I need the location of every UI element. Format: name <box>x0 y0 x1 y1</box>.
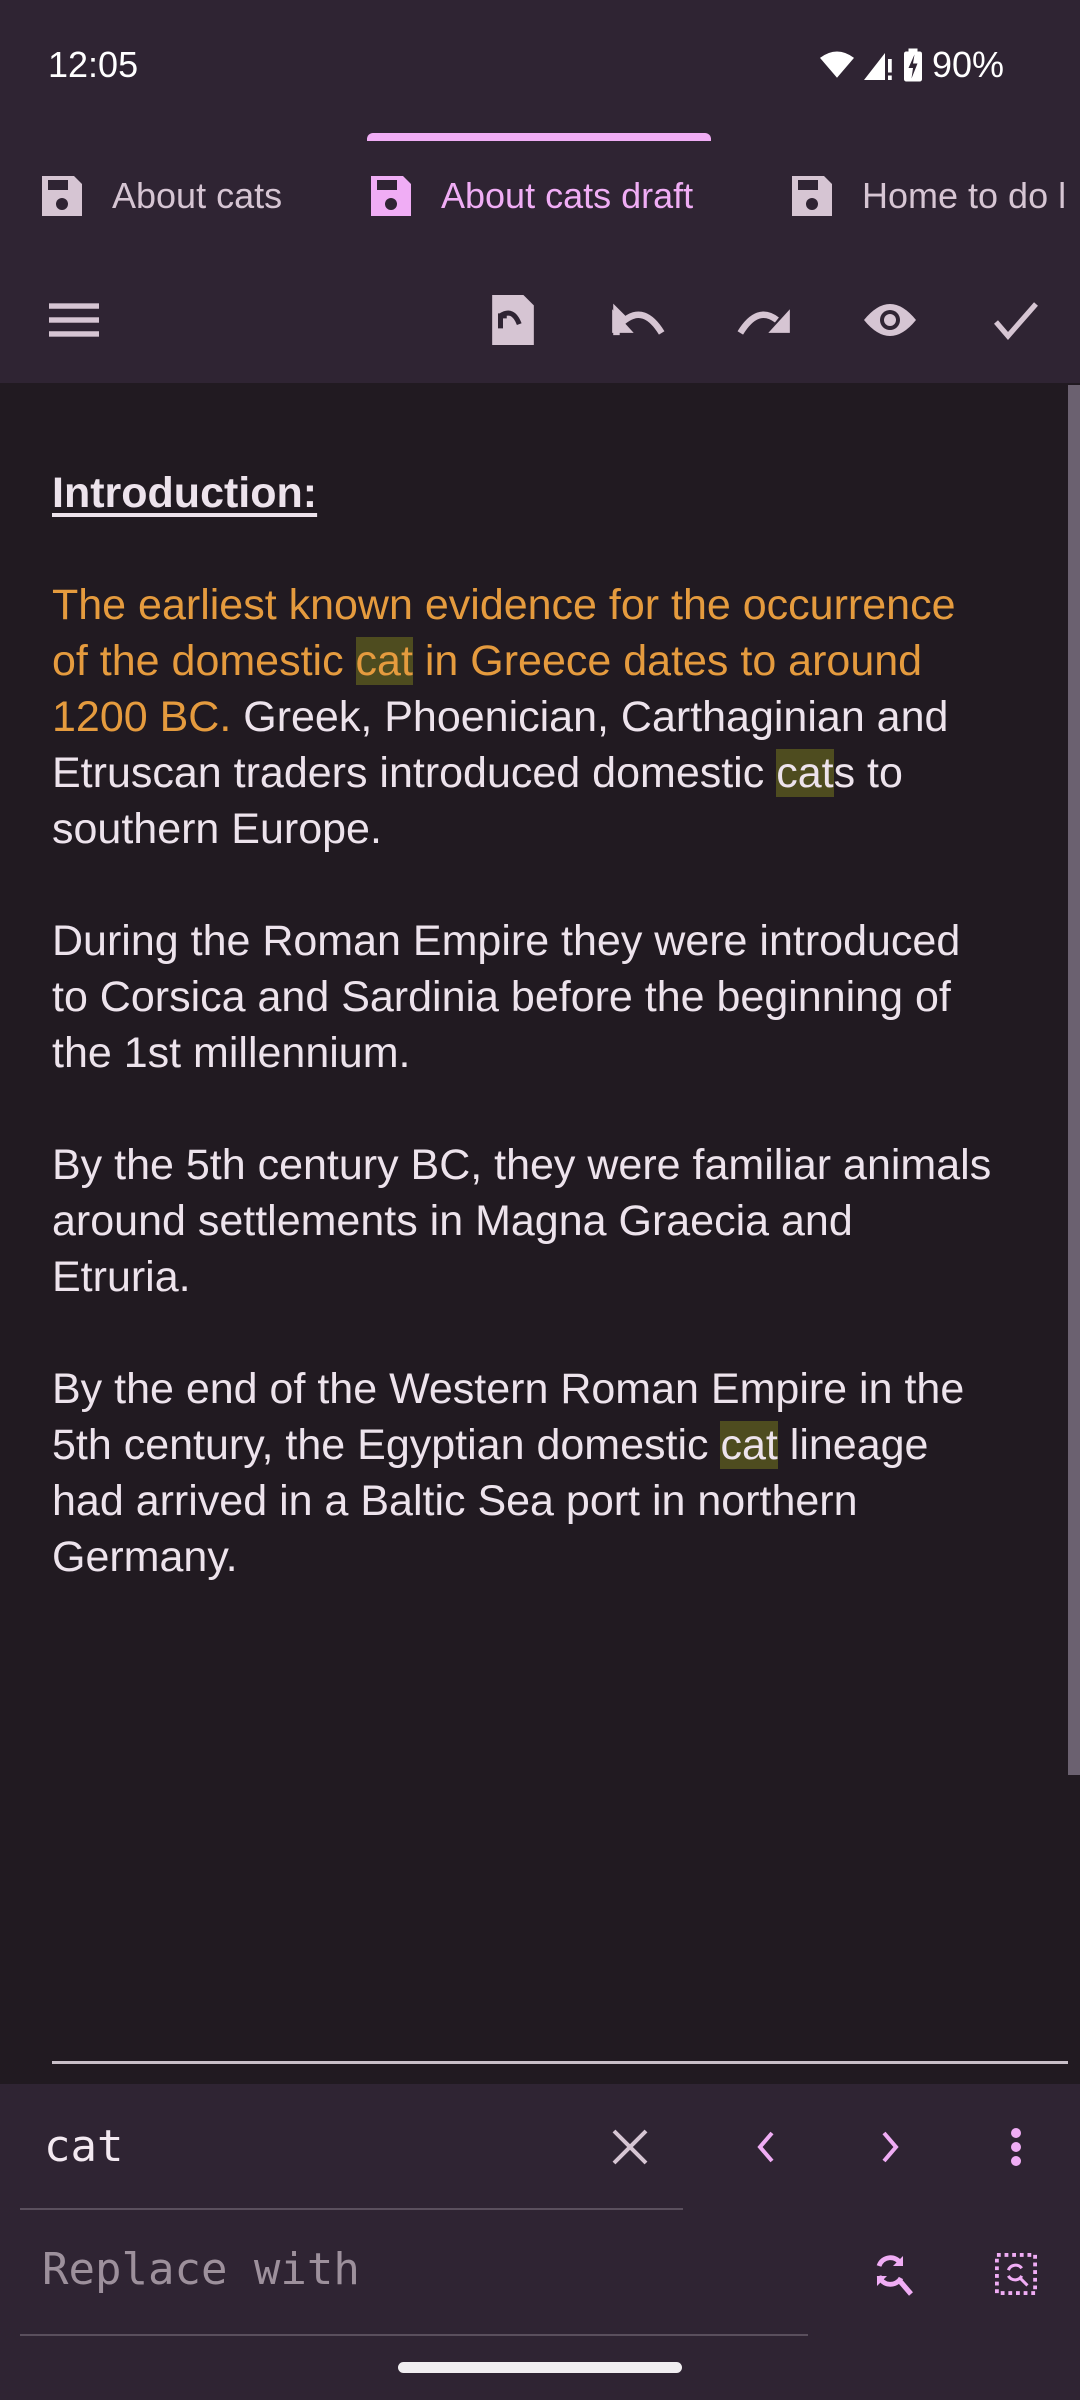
gesture-nav-handle[interactable] <box>398 2362 682 2373</box>
battery-charging-icon <box>903 48 922 82</box>
scrollbar[interactable] <box>1068 385 1080 1775</box>
text-line: to Corsica and Sardinia before the begin… <box>52 969 1068 1025</box>
app-header: 12:05 90% About cats About cats draft Ho… <box>0 0 1080 383</box>
tab-bar: About cats About cats draft Home to do l <box>0 110 1080 270</box>
text-line: During the Roman Empire they were introd… <box>52 913 1068 969</box>
signal-icon <box>863 53 892 80</box>
preview-button[interactable] <box>850 280 930 360</box>
tab-about-cats[interactable]: About cats <box>38 168 282 224</box>
text-line: 5th century, the Egyptian domestic cat l… <box>52 1417 1068 1473</box>
redo-icon <box>737 309 790 335</box>
active-tab-indicator <box>367 133 711 141</box>
undo-button[interactable] <box>598 280 678 360</box>
tab-label: About cats draft <box>441 175 694 216</box>
floppy-disk-icon <box>371 176 411 216</box>
text-line: By the 5th century BC, they were familia… <box>52 1137 1068 1193</box>
text-segment: of the domestic <box>52 637 356 685</box>
search-match-highlight: cat <box>355 637 413 685</box>
search-input[interactable] <box>42 2120 566 2173</box>
search-match-highlight: cat <box>776 749 834 797</box>
toolbar <box>0 280 1080 360</box>
redo-button[interactable] <box>724 280 804 360</box>
clear-search-button[interactable] <box>590 2107 670 2187</box>
text-segment: The earliest known evidence for the occu… <box>52 581 956 629</box>
tab-label: Home to do l <box>862 175 1067 216</box>
text-segment: Greek, Phoenician, Carthaginian and <box>231 693 949 741</box>
done-button[interactable] <box>976 280 1056 360</box>
text-segment: 5th century, the Egyptian domestic <box>52 1421 721 1469</box>
text-segment: Germany. <box>52 1533 238 1581</box>
text-segment: in Greece dates to around <box>412 637 923 685</box>
text-segment: had arrived in a Baltic Sea port in nort… <box>52 1477 858 1525</box>
undo-icon <box>612 303 665 336</box>
text-segment: Etruria. <box>52 1253 191 1301</box>
revert-file-icon <box>492 295 534 345</box>
more-options-button[interactable] <box>976 2107 1056 2187</box>
find-replace-bar: Replace with <box>0 2084 1080 2400</box>
text-line: Etruscan traders introduced domestic cat… <box>52 745 1068 801</box>
text-segment: Etruscan traders introduced domestic <box>52 749 777 797</box>
text-line: By the end of the Western Roman Empire i… <box>52 1361 1068 1417</box>
text-line: had arrived in a Baltic Sea port in nort… <box>52 1473 1068 1529</box>
text-line: around settlements in Magna Graecia and <box>52 1193 1068 1249</box>
text-line: of the domestic cat in Greece dates to a… <box>52 633 1068 689</box>
text-segment: southern Europe. <box>52 805 382 853</box>
previous-match-button[interactable] <box>726 2107 806 2187</box>
next-match-button[interactable] <box>850 2107 930 2187</box>
wifi-icon <box>819 51 854 78</box>
check-icon <box>994 302 1038 340</box>
text-segment: around settlements in Magna Graecia and <box>52 1197 853 1245</box>
search-underline <box>20 2208 683 2210</box>
editor-bottom-divider <box>52 2061 1068 2064</box>
text-segment: lineage <box>777 1421 929 1469</box>
text-line: Germany. <box>52 1529 1068 1585</box>
text-line: southern Europe. <box>52 801 1068 857</box>
tab-home-to-do[interactable]: Home to do l <box>788 168 1066 224</box>
replace-underline <box>20 2334 808 2336</box>
menu-button[interactable] <box>34 280 114 360</box>
replace-button[interactable] <box>853 2234 933 2314</box>
more-options-icon <box>1011 2128 1021 2166</box>
clear-icon <box>612 2129 648 2165</box>
section-heading: Introduction: <box>52 469 318 517</box>
replace-all-icon <box>995 2253 1037 2295</box>
text-line: the 1st millennium. <box>52 1025 1068 1081</box>
replace-icon <box>876 2255 913 2296</box>
previous-match-icon <box>757 2131 774 2163</box>
revert-file-button[interactable] <box>473 280 553 360</box>
replace-input[interactable]: Replace with <box>42 2244 360 2295</box>
text-segment: By the 5th century BC, they were familia… <box>52 1141 992 1189</box>
menu-icon <box>49 303 99 337</box>
text-segment: the 1st millennium. <box>52 1029 411 1077</box>
text-line: 1200 BC. Greek, Phoenician, Carthaginian… <box>52 689 1068 745</box>
battery-level: 90% <box>931 44 1004 85</box>
eye-icon <box>864 304 916 336</box>
text-line: Etruria. <box>52 1249 1068 1305</box>
text-segment: 1200 BC. <box>52 693 232 741</box>
tab-about-cats-draft[interactable]: About cats draft <box>367 168 693 224</box>
text-segment: to Corsica and Sardinia before the begin… <box>52 973 951 1021</box>
text-segment: s to <box>833 749 903 797</box>
status-time: 12:05 <box>48 44 139 85</box>
tab-label: About cats <box>112 175 283 216</box>
text-line: The earliest known evidence for the occu… <box>52 577 1068 633</box>
text-line: Introduction: <box>52 465 1068 521</box>
floppy-disk-icon <box>42 176 82 216</box>
status-bar: 12:05 90% <box>0 0 1080 110</box>
replace-all-button[interactable] <box>976 2234 1056 2314</box>
next-match-icon <box>882 2131 899 2163</box>
search-match-highlight: cat <box>720 1421 778 1469</box>
text-segment: By the end of the Western Roman Empire i… <box>52 1365 965 1413</box>
text-segment: During the Roman Empire they were introd… <box>52 917 961 965</box>
document-editor[interactable]: Introduction: The earliest known evidence… <box>52 465 1068 1585</box>
floppy-disk-icon <box>792 176 832 216</box>
